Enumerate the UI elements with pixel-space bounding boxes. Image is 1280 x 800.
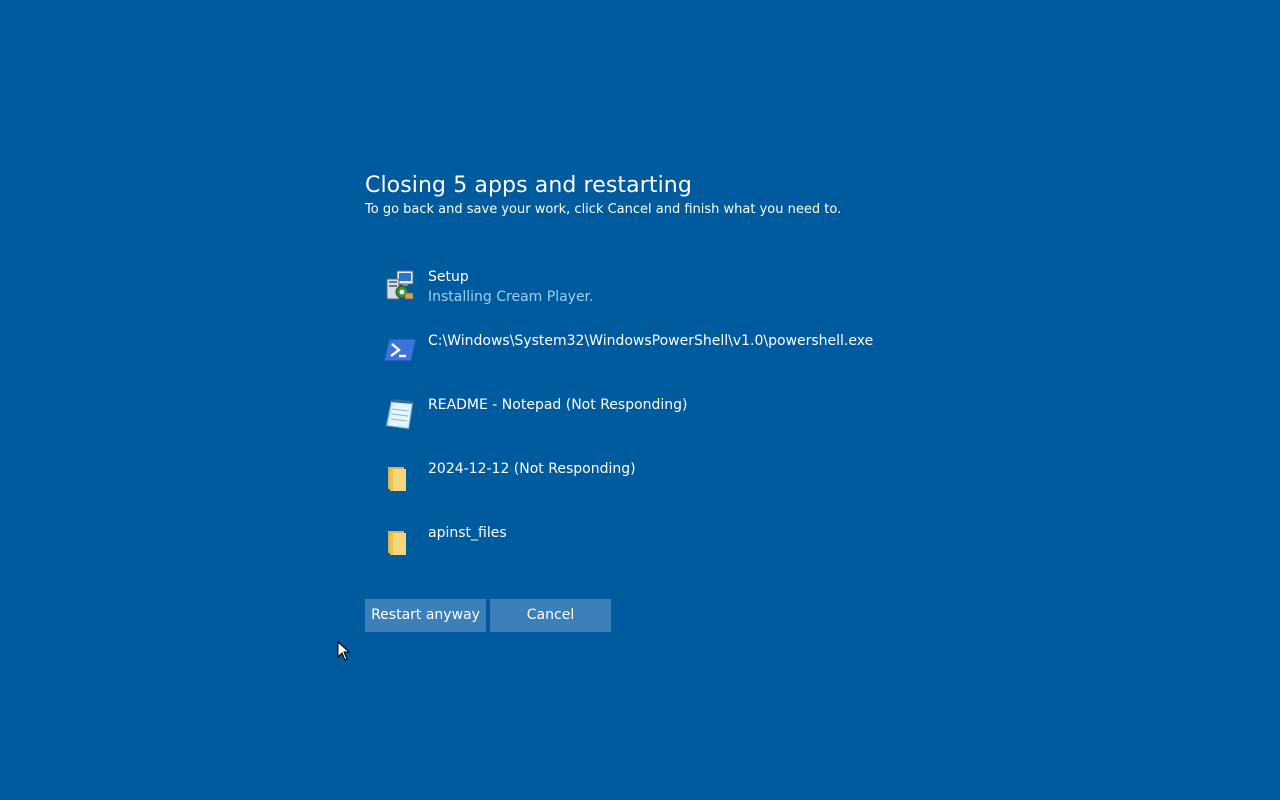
- notepad-icon: [383, 397, 417, 431]
- app-name: Setup: [428, 269, 469, 285]
- list-item-setup: Setup Installing Cream Player.: [383, 267, 943, 331]
- app-name: 2024-12-12 (Not Responding): [428, 461, 636, 477]
- app-status: Installing Cream Player.: [428, 289, 594, 305]
- list-item-notepad: README - Notepad (Not Responding): [383, 395, 943, 459]
- folder-icon: [383, 461, 417, 495]
- folder-icon: [383, 525, 417, 559]
- list-item-folder-2024-12-12: 2024-12-12 (Not Responding): [383, 459, 943, 523]
- app-name: README - Notepad (Not Responding): [428, 397, 688, 413]
- list-item-powershell: C:\Windows\System32\WindowsPowerShell\v1…: [383, 331, 943, 395]
- page-subtitle: To go back and save your work, click Can…: [365, 202, 842, 217]
- restart-anyway-button[interactable]: Restart anyway: [365, 599, 486, 632]
- shutdown-screen: Closing 5 apps and restarting To go back…: [0, 0, 1280, 800]
- close-apps-panel: Closing 5 apps and restarting To go back…: [365, 171, 925, 632]
- button-bar: Restart anyway Cancel: [365, 599, 615, 632]
- app-list: Setup Installing Cream Player. C:\Window…: [383, 267, 943, 587]
- powershell-icon: [383, 333, 417, 367]
- list-item-folder-apinst-files: apinst_files: [383, 523, 943, 587]
- cancel-button[interactable]: Cancel: [490, 599, 611, 632]
- mouse-cursor-icon: [337, 640, 351, 661]
- app-name: apinst_files: [428, 525, 507, 541]
- setup-installer-icon: [383, 269, 417, 303]
- app-name: C:\Windows\System32\WindowsPowerShell\v1…: [428, 333, 874, 349]
- page-title: Closing 5 apps and restarting: [365, 173, 692, 198]
